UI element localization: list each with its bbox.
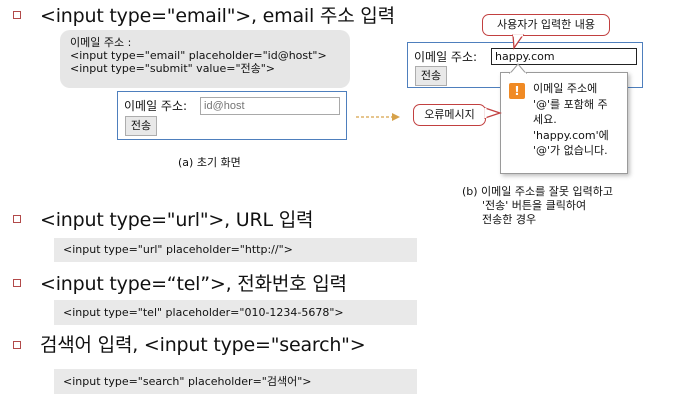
email-demo-initial: 이메일 주소: 전송 (117, 91, 347, 140)
arrow-icon (356, 113, 400, 121)
submit-button[interactable]: 전송 (125, 116, 157, 136)
warning-icon: ! (509, 83, 525, 99)
code-tel: <input type="tel" placeholder="010-1234-… (54, 300, 417, 325)
code-url: <input type="url" placeholder="http://"> (54, 238, 417, 262)
bullet-icon (13, 215, 21, 223)
heading-url: <input type="url">, URL 입력 (40, 209, 314, 231)
email-code-box: 이메일 주소 : <input type="email" placeholder… (60, 30, 350, 88)
caption-initial: (a) 초기 화면 (178, 156, 241, 169)
code-line: <input type="submit" value="전송"> (70, 62, 276, 75)
email-field-label: 이메일 주소: (414, 50, 478, 64)
submit-button[interactable]: 전송 (415, 66, 447, 86)
caption-error: (b) 이메일 주소를 잘못 입력하고 '전송' 버튼을 클릭하여 전송한 경우 (462, 185, 613, 226)
tooltip-arrow (508, 63, 528, 74)
callout-pointer (484, 107, 502, 119)
validation-tooltip: ! 이메일 주소에 '@'를 포함해 주 세요. 'happy.com'에 '@… (500, 72, 628, 174)
bullet-icon (13, 279, 21, 287)
email-field[interactable] (200, 97, 340, 115)
heading-search: 검색어 입력, <input type="search"> (40, 334, 366, 356)
callout-user-input: 사용자가 입력한 내용 (482, 14, 610, 36)
tooltip-message: 이메일 주소에 '@'를 포함해 주 세요. 'happy.com'에 '@'가… (533, 82, 609, 157)
code-line: 이메일 주소 : (70, 36, 132, 49)
heading-email: <input type="email">, email 주소 입력 (40, 5, 395, 27)
code-search: <input type="search" placeholder="검색어"> (54, 369, 417, 394)
bullet-icon (13, 11, 21, 19)
heading-tel: <input type=“tel”>, 전화번호 입력 (40, 273, 347, 295)
callout-pointer (512, 34, 525, 50)
bullet-icon (13, 341, 21, 349)
callout-error-message: 오류메시지 (413, 104, 486, 126)
code-line: <input type="email" placeholder="id@host… (70, 49, 327, 62)
email-field-label: 이메일 주소: (124, 99, 188, 113)
